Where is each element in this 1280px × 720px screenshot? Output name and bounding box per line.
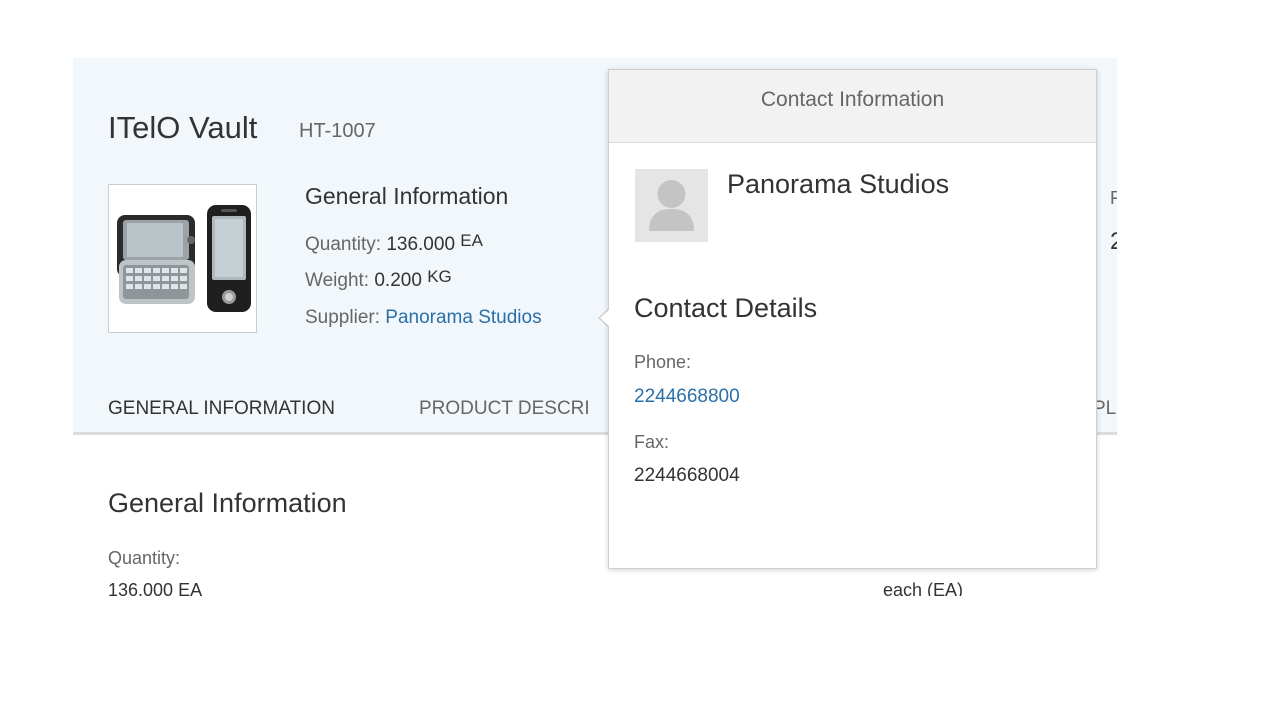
right-attribute-value: 2 bbox=[1110, 228, 1117, 255]
section-quantity-label: Quantity: bbox=[108, 548, 181, 568]
supplier-attribute: Supplier: Panorama Studios bbox=[305, 307, 542, 329]
weight-unit: KG bbox=[427, 267, 452, 286]
person-icon bbox=[635, 169, 708, 242]
fax-value: 2244668004 bbox=[634, 465, 740, 486]
popover-header: Contact Information bbox=[609, 70, 1096, 143]
weight-label: Weight: bbox=[305, 270, 370, 291]
quantity-attribute: Quantity: 136.000 EA bbox=[305, 231, 483, 256]
contact-details-heading: Contact Details bbox=[634, 293, 818, 323]
weight-attribute: Weight: 0.200 KG bbox=[305, 267, 452, 292]
avatar-placeholder-icon bbox=[649, 180, 694, 231]
section-quantity-value: 136.000 EA bbox=[108, 580, 203, 596]
contact-popover: Contact Information Panorama Studios Con… bbox=[608, 69, 1097, 569]
popover-title: Contact Information bbox=[760, 88, 945, 111]
supplier-label: Supplier: bbox=[305, 307, 380, 328]
supplier-link[interactable]: Panorama Studios bbox=[385, 307, 541, 328]
quantity-value: 136.000 bbox=[386, 234, 456, 255]
fax-label: Fax: bbox=[634, 432, 670, 452]
quantity-label: Quantity: bbox=[305, 234, 382, 255]
attributes-heading: General Information bbox=[305, 183, 509, 209]
weight-value: 0.200 bbox=[374, 270, 422, 291]
tab-general-information[interactable]: GENERAL INFORMATION bbox=[108, 398, 335, 420]
right-attribute-label: F bbox=[1110, 188, 1117, 208]
contact-company-name: Panorama Studios bbox=[727, 169, 950, 199]
phone-link[interactable]: 2244668800 bbox=[634, 386, 740, 408]
quantity-unit: EA bbox=[460, 231, 483, 250]
phone-label: Phone: bbox=[634, 352, 692, 372]
phone-product-icon bbox=[117, 205, 251, 312]
section-title: General Information bbox=[108, 488, 347, 518]
product-id: HT-1007 bbox=[299, 120, 376, 142]
popover-arrow-fill bbox=[600, 309, 610, 327]
tab-product-description[interactable]: PRODUCT DESCRI bbox=[419, 398, 590, 420]
phone-product-image bbox=[108, 184, 257, 333]
section-unit-value: each (EA) bbox=[883, 580, 964, 596]
page-title: ITelO Vault bbox=[108, 110, 258, 145]
